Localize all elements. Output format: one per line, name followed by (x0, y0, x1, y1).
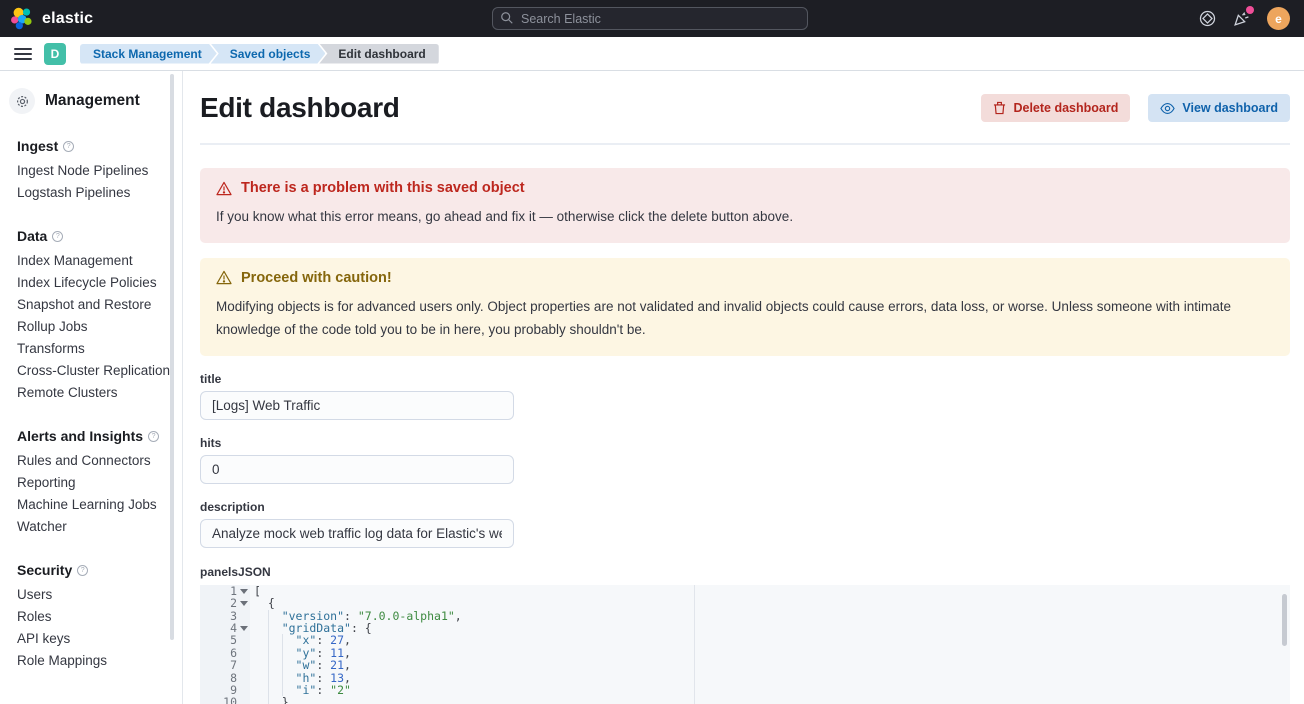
section-help-icon: ? (52, 231, 63, 242)
sidebar-item[interactable]: Reporting (9, 472, 160, 494)
sidebar-item[interactable]: Ingest Node Pipelines (9, 160, 160, 182)
sidebar-item[interactable]: Rollup Jobs (9, 316, 160, 338)
user-avatar[interactable]: e (1267, 7, 1290, 30)
section-help-icon: ? (148, 431, 159, 442)
hits-input[interactable] (200, 455, 514, 484)
sidebar-section-heading: Security? (17, 562, 160, 578)
sidebar-section-heading: Data? (17, 228, 160, 244)
field-label: title (200, 372, 514, 386)
sidebar-item[interactable]: Snapshot and Restore (9, 294, 160, 316)
sidebar-item[interactable]: Machine Learning Jobs (9, 494, 160, 516)
search-icon (500, 11, 514, 25)
sidebar-sections: Ingest? Ingest Node PipelinesLogstash Pip… (9, 138, 160, 672)
editor-line[interactable]: 8"h": 13, (200, 672, 1290, 684)
sidebar-section-heading: Alerts and Insights? (17, 428, 160, 444)
editor-scrollbar[interactable] (1282, 594, 1287, 646)
menu-icon[interactable] (8, 40, 38, 68)
error-callout: There is a problem with this saved objec… (200, 168, 1290, 243)
breadcrumb-item[interactable]: Stack Management (80, 44, 217, 64)
top-header: elastic (0, 0, 1304, 37)
editor-line[interactable]: 1[ (200, 585, 1290, 597)
editor-line[interactable]: 9"i": "2" (200, 684, 1290, 696)
section-help-icon: ? (77, 565, 88, 576)
fold-arrow-icon[interactable] (237, 597, 250, 609)
warning-icon (216, 270, 232, 285)
title-input[interactable] (200, 391, 514, 420)
breadcrumb-item: Edit dashboard (319, 44, 438, 64)
newsfeed-icon[interactable] (1233, 10, 1250, 27)
dashboard-app-badge[interactable]: D (44, 43, 66, 65)
fold-spacer (237, 610, 250, 622)
app-window: elastic (0, 0, 1304, 704)
fold-spacer (237, 696, 250, 704)
field-label: description (200, 500, 514, 514)
fold-arrow-icon[interactable] (237, 622, 250, 634)
global-search[interactable] (492, 7, 808, 30)
sidebar-item[interactable]: Index Lifecycle Policies (9, 272, 160, 294)
sidebar-item[interactable]: API keys (9, 628, 160, 650)
sidebar-item[interactable]: Watcher (9, 516, 160, 538)
editor-line[interactable]: 10}, (200, 696, 1290, 704)
delete-dashboard-button[interactable]: Delete dashboard (981, 94, 1130, 122)
description-input[interactable] (200, 519, 514, 548)
trash-icon (993, 101, 1006, 115)
fold-spacer (237, 684, 250, 696)
panels-json-editor[interactable]: 1[2{3"version": "7.0.0-alpha1",4"gridDat… (200, 585, 1290, 704)
sidebar-section-heading: Ingest? (17, 138, 160, 154)
editor-print-margin (694, 585, 695, 704)
fold-spacer (237, 647, 250, 659)
warning-callout-body: Modifying objects is for advanced users … (216, 295, 1274, 342)
sidebar-item[interactable]: Users (9, 584, 160, 606)
breadcrumb-item[interactable]: Saved objects (211, 44, 326, 64)
sidebar-item[interactable]: Cross-Cluster Replication (9, 360, 160, 382)
warning-icon (216, 181, 232, 196)
search-input[interactable] (492, 7, 808, 30)
sidebar-item[interactable]: Logstash Pipelines (9, 182, 160, 204)
error-callout-body: If you know what this error means, go ah… (216, 205, 1274, 229)
fold-spacer (237, 659, 250, 671)
editor-line[interactable]: 5"x": 27, (200, 634, 1290, 646)
brand-name: elastic (42, 10, 93, 28)
section-help-icon: ? (63, 141, 74, 152)
sidebar-item[interactable]: Remote Clusters (9, 382, 160, 404)
fold-arrow-icon[interactable] (237, 585, 250, 597)
page-title: Edit dashboard (200, 92, 400, 124)
gear-icon (9, 88, 35, 114)
sidebar-item[interactable]: Index Management (9, 250, 160, 272)
editor-line[interactable]: 4"gridData": { (200, 622, 1290, 634)
warning-callout-title: Proceed with caution! (241, 270, 392, 286)
form-field: title (200, 372, 514, 420)
sidebar-item[interactable]: Role Mappings (9, 650, 160, 672)
sidebar-scrollbar[interactable] (170, 74, 174, 640)
warning-callout: Proceed with caution! Modifying objects … (200, 258, 1290, 356)
sidebar-item[interactable]: Rules and Connectors (9, 450, 160, 472)
fold-spacer (237, 672, 250, 684)
editor-line[interactable]: 7"w": 21, (200, 659, 1290, 671)
eye-icon (1160, 102, 1175, 115)
main-content: Edit dashboard Delete dashboard (183, 71, 1304, 704)
error-callout-title: There is a problem with this saved objec… (241, 180, 525, 196)
sidebar-item[interactable]: Roles (9, 606, 160, 628)
sidebar-item[interactable]: Transforms (9, 338, 160, 360)
divider (200, 143, 1290, 145)
help-icon[interactable] (1199, 10, 1216, 27)
form-field: description (200, 500, 514, 548)
saved-object-form: title hits description (200, 372, 1290, 548)
panels-json-label: panelsJSON (200, 565, 1290, 579)
management-sidebar: Management Ingest? Ingest Node PipelinesL… (0, 71, 183, 704)
view-dashboard-button[interactable]: View dashboard (1148, 94, 1290, 122)
breadcrumb-bar: D Stack ManagementSaved objectsEdit dash… (0, 37, 1304, 71)
notification-dot (1246, 6, 1254, 14)
elastic-logo-icon[interactable] (10, 7, 33, 30)
fold-spacer (237, 634, 250, 646)
editor-line[interactable]: 6"y": 11, (200, 647, 1290, 659)
breadcrumb: Stack ManagementSaved objectsEdit dashbo… (80, 44, 439, 64)
form-field: hits (200, 436, 514, 484)
sidebar-title: Management (45, 92, 140, 110)
field-label: hits (200, 436, 514, 450)
